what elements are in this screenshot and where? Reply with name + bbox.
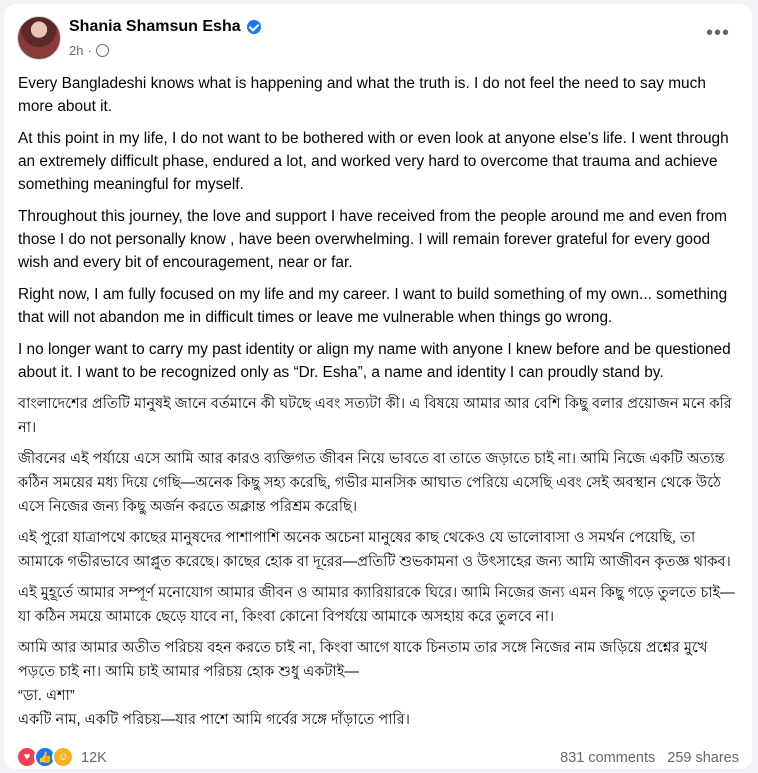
post-paragraph-bn-1: বাংলাদেশের প্রতিটি মানুষই জানে বর্তমানে … — [18, 396, 732, 436]
post-paragraph-en-3: Throughout this journey, the love and su… — [18, 208, 727, 271]
author-name[interactable]: Shania Shamsun Esha — [69, 18, 241, 36]
post-paragraph-en-2: At this point in my life, I do not want … — [18, 130, 729, 193]
post-paragraph-en-4: Right now, I am fully focused on my life… — [18, 286, 728, 326]
post-meta: 2h · — [69, 43, 109, 58]
post-time[interactable]: 2h — [69, 43, 83, 58]
post-paragraph-bn-4: এই মুহূর্তে আমার সম্পূর্ণ মনোযোগ আমার জী… — [18, 585, 735, 625]
meta-separator: · — [87, 43, 92, 58]
reaction-icons[interactable]: ♥ 👍 ☺ — [16, 746, 74, 768]
engagement-stats: 831 comments 259 shares — [560, 750, 739, 766]
post-header: Shania Shamsun Esha 2h · ••• — [4, 4, 752, 70]
author-avatar[interactable] — [17, 16, 61, 60]
more-options-icon[interactable]: ••• — [706, 23, 730, 43]
post-paragraph-bn-2: জীবনের এই পর্যায়ে এসে আমি আর কারও ব্যক্… — [18, 451, 725, 515]
shares-count[interactable]: 259 shares — [667, 750, 739, 766]
post-bangla-section: বাংলাদেশের প্রতিটি মানুষই জানে বর্তমানে … — [18, 392, 736, 732]
globe-icon — [95, 44, 109, 57]
post-paragraph-bn-5: আমি আর আমার অতীত পরিচয় বহন করতে চাই না,… — [18, 640, 708, 728]
care-reaction-icon: ☺ — [52, 746, 74, 768]
post-footer: ♥ 👍 ☺ 12K 831 comments 259 shares — [4, 744, 752, 769]
post-paragraph-en-5: I no longer want to carry my past identi… — [18, 341, 731, 381]
verified-badge-icon — [246, 20, 261, 34]
comments-count[interactable]: 831 comments — [560, 750, 655, 766]
post-paragraph-en-1: Every Bangladeshi knows what is happenin… — [18, 75, 706, 115]
author-name-row: Shania Shamsun Esha — [69, 18, 261, 36]
reaction-count[interactable]: 12K — [81, 750, 107, 766]
post-card: Shania Shamsun Esha 2h · ••• Every Bangl… — [4, 4, 752, 769]
post-paragraph-bn-3: এই পুরো যাত্রাপথে কাছের মানুষদের পাশাপাশ… — [18, 530, 731, 570]
post-body: Every Bangladeshi knows what is happenin… — [18, 72, 736, 739]
